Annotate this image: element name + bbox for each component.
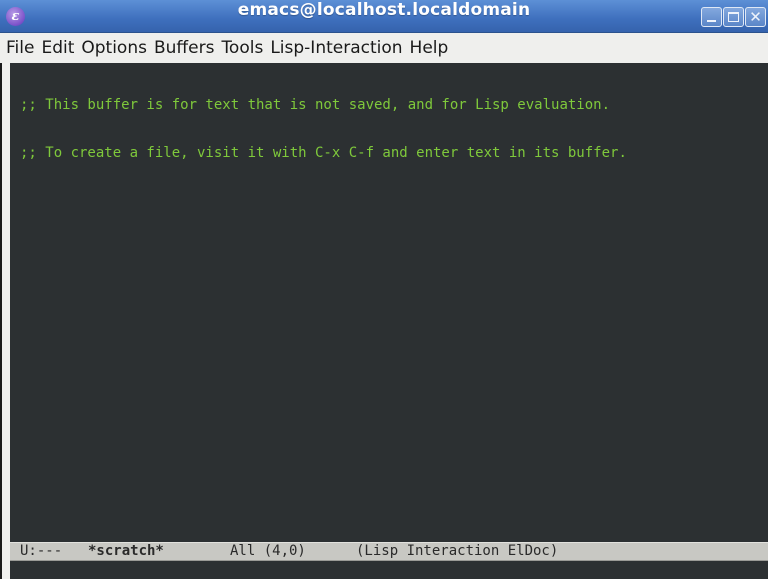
buffer-line[interactable]: ;; To create a file, visit it with C-x C… [20, 145, 768, 161]
minimize-icon [707, 20, 716, 22]
modeline-modes[interactable]: (Lisp Interaction ElDoc) [356, 543, 558, 560]
close-button[interactable]: ✕ [745, 7, 766, 27]
menu-options[interactable]: Options [81, 33, 147, 63]
menu-bar: File Edit Options Buffers Tools Lisp-Int… [0, 33, 768, 63]
minibuffer[interactable] [10, 561, 768, 579]
menu-buffers[interactable]: Buffers [154, 33, 214, 63]
buffer-line[interactable]: ;; This buffer is for text that is not s… [20, 97, 768, 113]
maximize-button[interactable] [723, 7, 744, 27]
title-bar[interactable]: ε emacs@localhost.localdomain ✕ [0, 0, 768, 33]
minimize-button[interactable] [701, 7, 722, 27]
menu-lisp-interaction[interactable]: Lisp-Interaction [270, 33, 402, 63]
window-controls: ✕ [701, 7, 766, 27]
menu-tools[interactable]: Tools [221, 33, 263, 63]
menu-edit[interactable]: Edit [41, 33, 74, 63]
buffer-text[interactable]: ;; This buffer is for text that is not s… [20, 65, 768, 193]
window-title: emacs@localhost.localdomain [237, 0, 531, 20]
window-left-border [0, 63, 2, 579]
modeline-position: All (4,0) [230, 543, 306, 559]
menu-help[interactable]: Help [410, 33, 449, 63]
menu-file[interactable]: File [6, 33, 34, 63]
modeline-buffer-name[interactable]: *scratch* [88, 543, 230, 560]
mode-line[interactable]: U:--- *scratch* All (4,0) (Lisp Interaction… [10, 542, 768, 561]
close-icon: ✕ [749, 8, 762, 26]
emacs-window: ε emacs@localhost.localdomain ✕ File Edi… [0, 0, 768, 579]
editor-buffer[interactable]: ;; This buffer is for text that is not s… [10, 63, 768, 542]
maximize-icon [728, 12, 739, 22]
modeline-state: U:--- [20, 543, 63, 559]
